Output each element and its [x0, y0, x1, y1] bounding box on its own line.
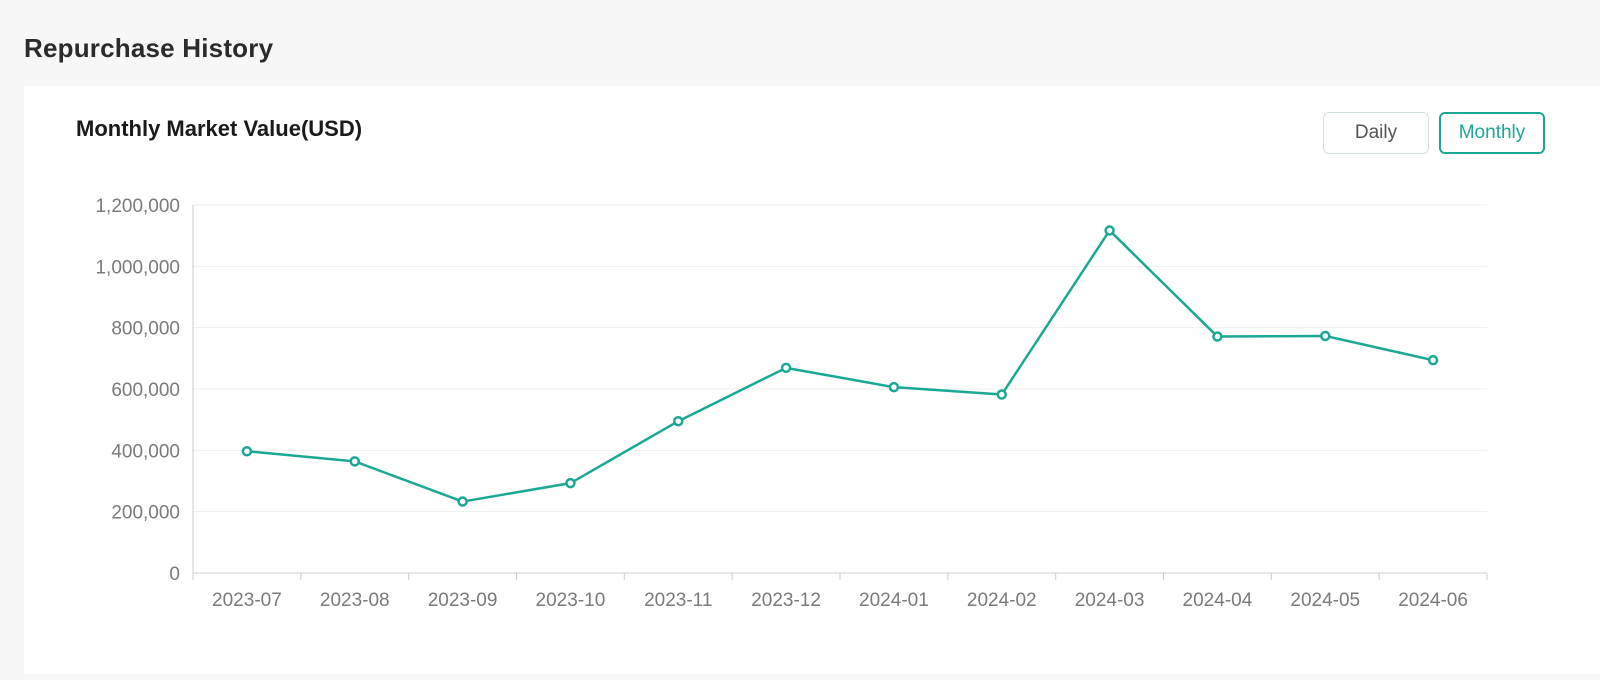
y-tick-label: 600,000 [111, 380, 180, 401]
x-tick-label: 2024-06 [1398, 590, 1468, 611]
x-tick-label: 2024-03 [1075, 590, 1145, 611]
x-tick-label: 2023-10 [536, 590, 606, 611]
data-point [565, 477, 576, 489]
x-tick-label: 2024-01 [859, 590, 929, 611]
line-chart: 0 200,000 400,000 600,000 800,000 1,000,000 1,… [95, 196, 1488, 611]
x-tick-label: 2023-11 [644, 590, 712, 611]
x-tick-label: 2024-02 [967, 590, 1037, 611]
x-tick-label: 2023-12 [751, 590, 821, 611]
data-point [996, 389, 1007, 400]
data-point [241, 446, 253, 457]
y-tick-label: 1,000,000 [95, 257, 180, 278]
data-point [1212, 331, 1223, 342]
y-tick-label: 200,000 [111, 503, 180, 524]
x-tick-label: 2023-08 [320, 590, 390, 611]
page: Repurchase History Monthly Market Value(… [0, 0, 1600, 680]
x-tick-label: 2023-07 [212, 590, 282, 611]
data-point [888, 381, 900, 393]
x-tick-label: 2024-04 [1183, 590, 1253, 611]
y-tick-label: 1,200,000 [95, 196, 180, 217]
y-tick-label: 400,000 [111, 441, 180, 462]
data-point [1427, 354, 1439, 366]
data-point [780, 362, 792, 374]
data-point [1320, 330, 1331, 342]
x-tick-label: 2024-05 [1290, 590, 1360, 611]
data-point [1104, 225, 1115, 236]
x-tick-label: 2023-09 [428, 590, 498, 611]
data-point [457, 496, 468, 507]
series-line [246, 229, 1434, 503]
y-tick-label: 800,000 [111, 319, 180, 340]
data-point [349, 456, 360, 467]
data-point [673, 415, 684, 427]
y-tick-label: 0 [169, 564, 180, 585]
